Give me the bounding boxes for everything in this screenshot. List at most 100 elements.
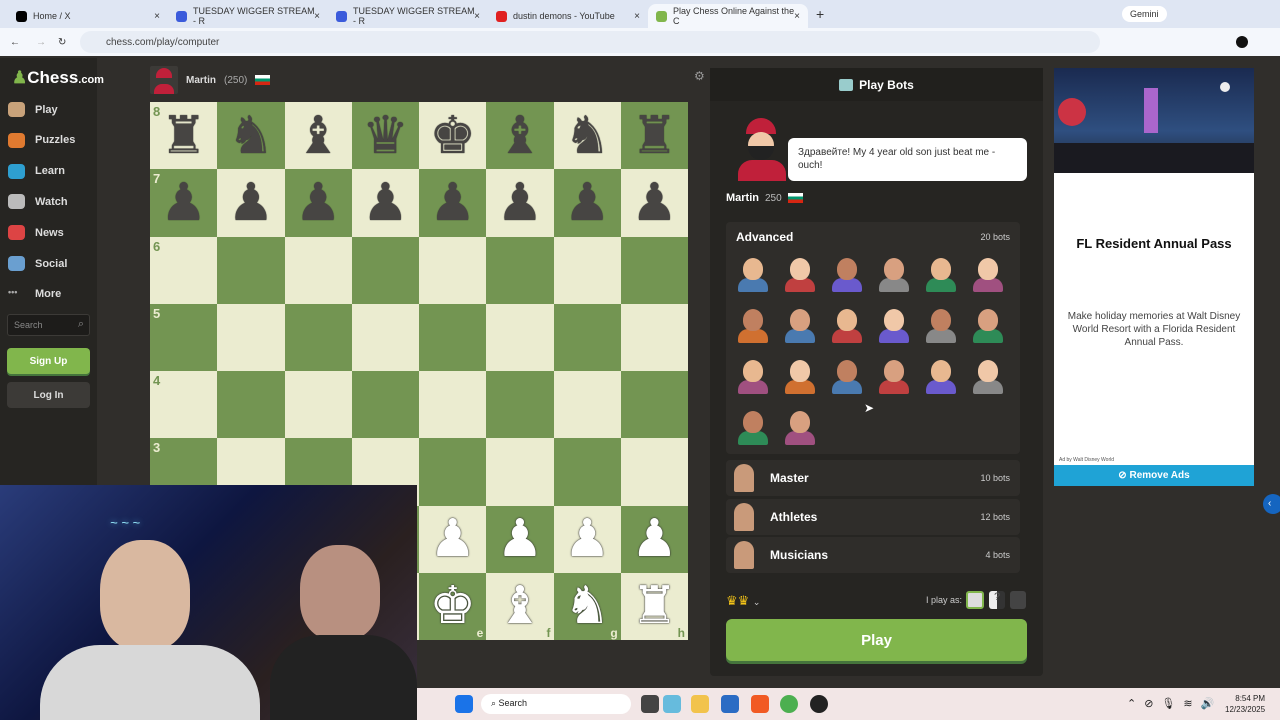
remove-ads-button[interactable]: ⊘ Remove Ads	[1054, 465, 1254, 486]
browser-tab[interactable]: TUESDAY WIGGER STREAM - R ×	[328, 4, 488, 28]
board-square[interactable]	[620, 236, 688, 304]
black-knight-piece[interactable]: ♞	[228, 110, 275, 162]
board-square[interactable]	[553, 303, 621, 371]
board-square[interactable]	[217, 236, 285, 304]
crown-mode-selector[interactable]: ♛♛ ⌄	[726, 593, 760, 609]
back-icon[interactable]: ←	[10, 37, 20, 48]
black-pawn-piece[interactable]: ♟	[497, 177, 544, 229]
browser-tab[interactable]: dustin demons - YouTube ×	[488, 4, 648, 28]
black-pawn-piece[interactable]: ♟	[160, 177, 207, 229]
bot-avatar[interactable]	[781, 407, 819, 447]
white-pawn-piece[interactable]: ♟	[631, 513, 678, 565]
bot-avatar[interactable]	[922, 356, 960, 396]
url-input[interactable]: chess.com/play/computer	[80, 31, 1100, 53]
black-rook-piece[interactable]: ♜	[160, 110, 207, 162]
store-icon[interactable]	[721, 695, 739, 713]
taskbar-search[interactable]: ⌕ Search	[481, 694, 631, 714]
chrome-icon[interactable]	[780, 695, 798, 713]
board-square[interactable]: g ♞	[553, 572, 621, 640]
board-square[interactable]: ♛	[351, 102, 419, 170]
board-square[interactable]: ♟	[351, 169, 419, 237]
bot-avatar[interactable]	[734, 356, 772, 396]
white-knight-piece[interactable]: ♞	[564, 580, 611, 632]
white-bishop-piece[interactable]: ♝	[497, 580, 544, 632]
sidebar-item-puzzles[interactable]: Puzzles	[8, 132, 75, 148]
board-square[interactable]	[486, 371, 554, 439]
board-square[interactable]: ♚	[419, 102, 487, 170]
board-square[interactable]	[351, 236, 419, 304]
bot-category-athletes[interactable]: Athletes 12 bots	[726, 498, 1020, 535]
close-tab-icon[interactable]: ×	[474, 11, 480, 22]
black-pawn-piece[interactable]: ♟	[429, 177, 476, 229]
bot-avatar[interactable]	[781, 305, 819, 345]
profile-icon[interactable]	[1236, 36, 1248, 48]
play-as-white-icon[interactable]	[966, 591, 984, 609]
play-as-black-icon[interactable]	[1010, 591, 1026, 609]
new-tab-icon[interactable]: +	[816, 6, 824, 22]
black-knight-piece[interactable]: ♞	[564, 110, 611, 162]
file-explorer-icon[interactable]	[691, 695, 709, 713]
sidebar-item-social[interactable]: Social	[8, 256, 67, 271]
board-square[interactable]: ♟	[553, 169, 621, 237]
board-square[interactable]	[620, 438, 688, 506]
board-square[interactable]	[419, 236, 487, 304]
close-tab-icon[interactable]: ×	[314, 11, 320, 22]
white-pawn-piece[interactable]: ♟	[429, 513, 476, 565]
bot-avatar[interactable]	[734, 407, 772, 447]
windows-start-icon[interactable]	[455, 695, 473, 713]
bot-avatar[interactable]	[969, 356, 1007, 396]
system-tray-icons[interactable]: ⌃⊘🎙≋🔊	[1127, 697, 1222, 710]
board-square[interactable]: ♟	[486, 169, 554, 237]
board-square[interactable]: 5	[150, 303, 218, 371]
black-pawn-piece[interactable]: ♟	[228, 177, 275, 229]
board-square[interactable]: ♜	[620, 102, 688, 170]
board-square[interactable]	[553, 371, 621, 439]
brave-icon[interactable]	[751, 695, 769, 713]
bot-avatar[interactable]	[734, 305, 772, 345]
board-square[interactable]: 8 ♜	[150, 102, 218, 170]
sidebar-item-watch[interactable]: Watch	[8, 194, 68, 210]
board-square[interactable]: ♞	[553, 102, 621, 170]
browser-tab[interactable]: TUESDAY WIGGER STREAM - R ×	[168, 4, 328, 28]
board-square[interactable]	[284, 303, 352, 371]
bot-category-musicians[interactable]: Musicians 4 bots	[726, 537, 1020, 573]
close-tab-icon[interactable]: ×	[634, 11, 640, 22]
search-input[interactable]: Search ⌕	[7, 314, 90, 336]
board-square[interactable]: h ♜	[620, 572, 688, 640]
board-square[interactable]	[351, 303, 419, 371]
board-square[interactable]	[351, 371, 419, 439]
chess-logo[interactable]: ♟Chess.com	[12, 68, 104, 88]
settings-gear-icon[interactable]: ⚙	[694, 69, 705, 83]
black-pawn-piece[interactable]: ♟	[564, 177, 611, 229]
white-pawn-piece[interactable]: ♟	[497, 513, 544, 565]
board-square[interactable]: 6	[150, 236, 218, 304]
board-square[interactable]: ♟	[620, 505, 688, 573]
board-square[interactable]	[419, 303, 487, 371]
board-square[interactable]: ♟	[419, 505, 487, 573]
bot-avatar[interactable]	[969, 254, 1007, 294]
black-rook-piece[interactable]: ♜	[631, 110, 678, 162]
sidebar-item-play[interactable]: Play	[8, 102, 58, 117]
black-pawn-piece[interactable]: ♟	[295, 177, 342, 229]
advertisement[interactable]: FL Resident Annual Pass Make holiday mem…	[1054, 68, 1254, 486]
bot-avatar[interactable]	[875, 254, 913, 294]
reload-icon[interactable]: ↻	[58, 37, 66, 48]
bot-avatar[interactable]	[828, 356, 866, 396]
bot-avatar[interactable]	[875, 305, 913, 345]
bot-avatar[interactable]	[781, 356, 819, 396]
black-pawn-piece[interactable]: ♟	[631, 177, 678, 229]
bot-avatar[interactable]	[828, 305, 866, 345]
board-square[interactable]: ♞	[217, 102, 285, 170]
board-square[interactable]: 4	[150, 371, 218, 439]
forward-icon[interactable]: →	[36, 37, 46, 48]
close-tab-icon[interactable]: ×	[794, 11, 800, 22]
bot-avatar[interactable]	[969, 305, 1007, 345]
sidebar-item-learn[interactable]: Learn	[8, 163, 65, 179]
board-square[interactable]	[284, 371, 352, 439]
sidebar-item-more[interactable]: ••• More	[8, 287, 61, 302]
board-square[interactable]	[284, 236, 352, 304]
white-king-piece[interactable]: ♚	[429, 580, 476, 632]
bot-avatar[interactable]	[922, 305, 960, 345]
bot-avatar[interactable]	[734, 254, 772, 294]
board-square[interactable]: ♟	[284, 169, 352, 237]
